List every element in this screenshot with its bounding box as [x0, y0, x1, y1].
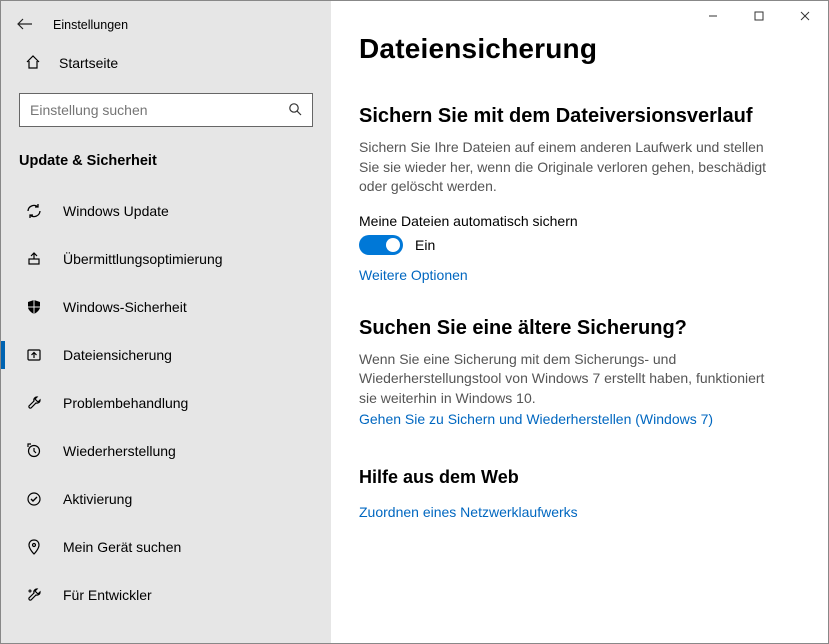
sidebar-item-delivery-optimization[interactable]: Übermittlungsoptimierung	[1, 235, 331, 283]
developer-icon	[25, 586, 43, 604]
delivery-icon	[25, 250, 43, 268]
sidebar-item-activation[interactable]: Aktivierung	[1, 475, 331, 523]
sidebar-item-find-device[interactable]: Mein Gerät suchen	[1, 523, 331, 571]
toggle-label-backup: Meine Dateien automatisch sichern	[359, 213, 788, 229]
sidebar-item-troubleshoot[interactable]: Problembehandlung	[1, 379, 331, 427]
sidebar: Einstellungen Startseite Update & Sicher…	[1, 1, 331, 643]
shield-icon	[25, 298, 43, 316]
close-button[interactable]	[782, 1, 828, 31]
sidebar-item-label: Problembehandlung	[63, 395, 188, 411]
sidebar-item-label: Startseite	[59, 55, 118, 71]
sidebar-item-label: Windows-Sicherheit	[63, 299, 187, 315]
location-icon	[25, 538, 43, 556]
search-icon	[288, 102, 302, 119]
link-map-network-drive[interactable]: Zuordnen eines Netzwerklaufwerks	[359, 504, 578, 520]
section-heading-older-backup: Suchen Sie eine ältere Sicherung?	[359, 317, 788, 340]
section-heading-file-history: Sichern Sie mit dem Dateiversionsverlauf	[359, 105, 788, 128]
sidebar-item-for-developers[interactable]: Für Entwickler	[1, 571, 331, 619]
page-title: Dateiensicherung	[359, 33, 788, 65]
check-circle-icon	[25, 490, 43, 508]
sidebar-item-label: Dateiensicherung	[63, 347, 172, 363]
sidebar-item-home[interactable]: Startseite	[1, 41, 331, 85]
toggle-state-label: Ein	[415, 237, 435, 253]
sidebar-item-backup[interactable]: Dateiensicherung	[1, 331, 331, 379]
minimize-button[interactable]	[690, 1, 736, 31]
sync-icon	[25, 202, 43, 220]
window-title: Einstellungen	[53, 18, 128, 32]
sidebar-category: Update & Sicherheit	[1, 135, 331, 183]
link-backup-restore-win7[interactable]: Gehen Sie zu Sichern und Wiederherstelle…	[359, 411, 713, 427]
backup-icon	[25, 346, 43, 364]
sidebar-item-label: Mein Gerät suchen	[63, 539, 181, 555]
section-desc-older-backup: Wenn Sie eine Sicherung mit dem Sicherun…	[359, 350, 779, 409]
home-icon	[25, 54, 41, 73]
link-more-options[interactable]: Weitere Optionen	[359, 267, 468, 283]
sidebar-item-recovery[interactable]: Wiederherstellung	[1, 427, 331, 475]
sidebar-item-label: Windows Update	[63, 203, 169, 219]
section-heading-help: Hilfe aus dem Web	[359, 467, 788, 488]
search-box[interactable]	[19, 93, 313, 127]
toggle-backup[interactable]	[359, 235, 403, 255]
section-desc-file-history: Sichern Sie Ihre Dateien auf einem ander…	[359, 138, 779, 197]
recovery-icon	[25, 442, 43, 460]
sidebar-item-windows-update[interactable]: Windows Update	[1, 187, 331, 235]
sidebar-item-label: Übermittlungsoptimierung	[63, 251, 223, 267]
wrench-icon	[25, 394, 43, 412]
back-button[interactable]	[15, 17, 35, 33]
maximize-button[interactable]	[736, 1, 782, 31]
search-input[interactable]	[30, 102, 288, 118]
sidebar-item-label: Aktivierung	[63, 491, 132, 507]
sidebar-item-label: Für Entwickler	[63, 587, 152, 603]
content-pane: Dateiensicherung Sichern Sie mit dem Dat…	[331, 1, 828, 643]
sidebar-item-security[interactable]: Windows-Sicherheit	[1, 283, 331, 331]
sidebar-item-label: Wiederherstellung	[63, 443, 176, 459]
